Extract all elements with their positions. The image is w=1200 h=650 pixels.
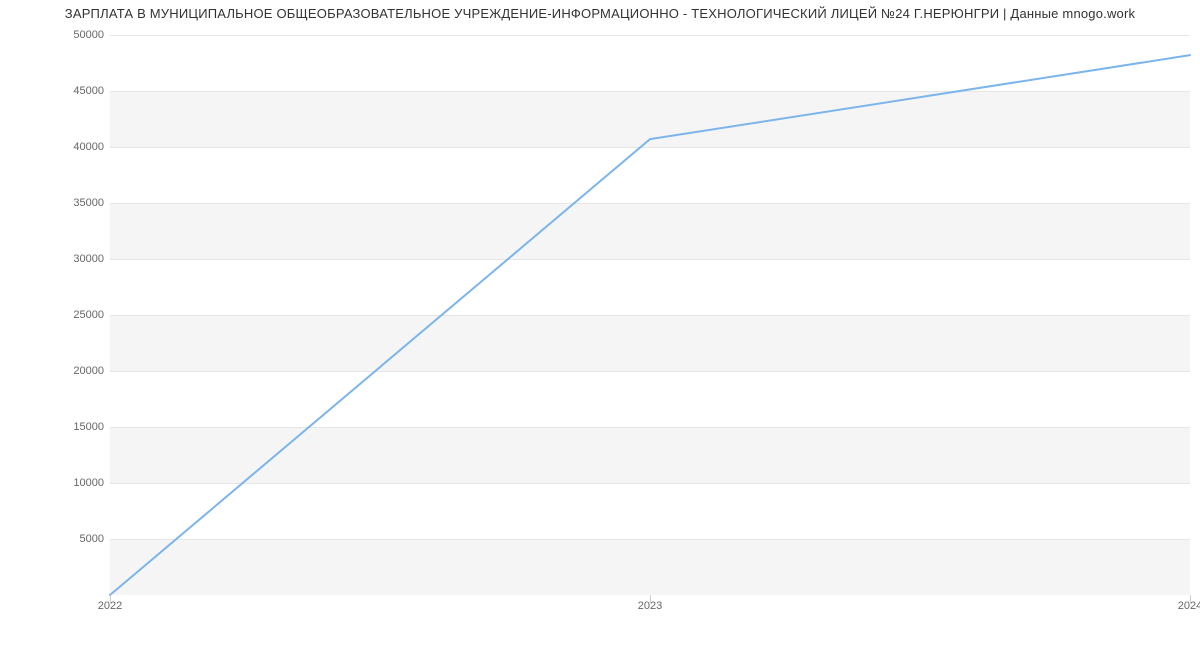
y-tick-label: 45000	[14, 85, 104, 97]
x-tick-mark	[650, 595, 651, 603]
y-tick-label: 15000	[14, 421, 104, 433]
chart-container: ЗАРПЛАТА В МУНИЦИПАЛЬНОЕ ОБЩЕОБРАЗОВАТЕЛ…	[0, 0, 1200, 650]
series-path	[110, 55, 1190, 595]
y-tick-label: 5000	[14, 533, 104, 545]
y-tick-label: 35000	[14, 197, 104, 209]
plot-area	[110, 35, 1190, 595]
y-tick-label: 25000	[14, 309, 104, 321]
x-tick-mark	[110, 595, 111, 603]
y-tick-label: 30000	[14, 253, 104, 265]
chart-title: ЗАРПЛАТА В МУНИЦИПАЛЬНОЕ ОБЩЕОБРАЗОВАТЕЛ…	[0, 6, 1200, 21]
y-tick-label: 20000	[14, 365, 104, 377]
y-tick-label: 50000	[14, 29, 104, 41]
x-tick-mark	[1190, 595, 1191, 603]
x-tick-label: 2024	[1178, 600, 1200, 612]
y-tick-label: 10000	[14, 477, 104, 489]
line-series	[110, 35, 1190, 595]
y-tick-label: 40000	[14, 141, 104, 153]
